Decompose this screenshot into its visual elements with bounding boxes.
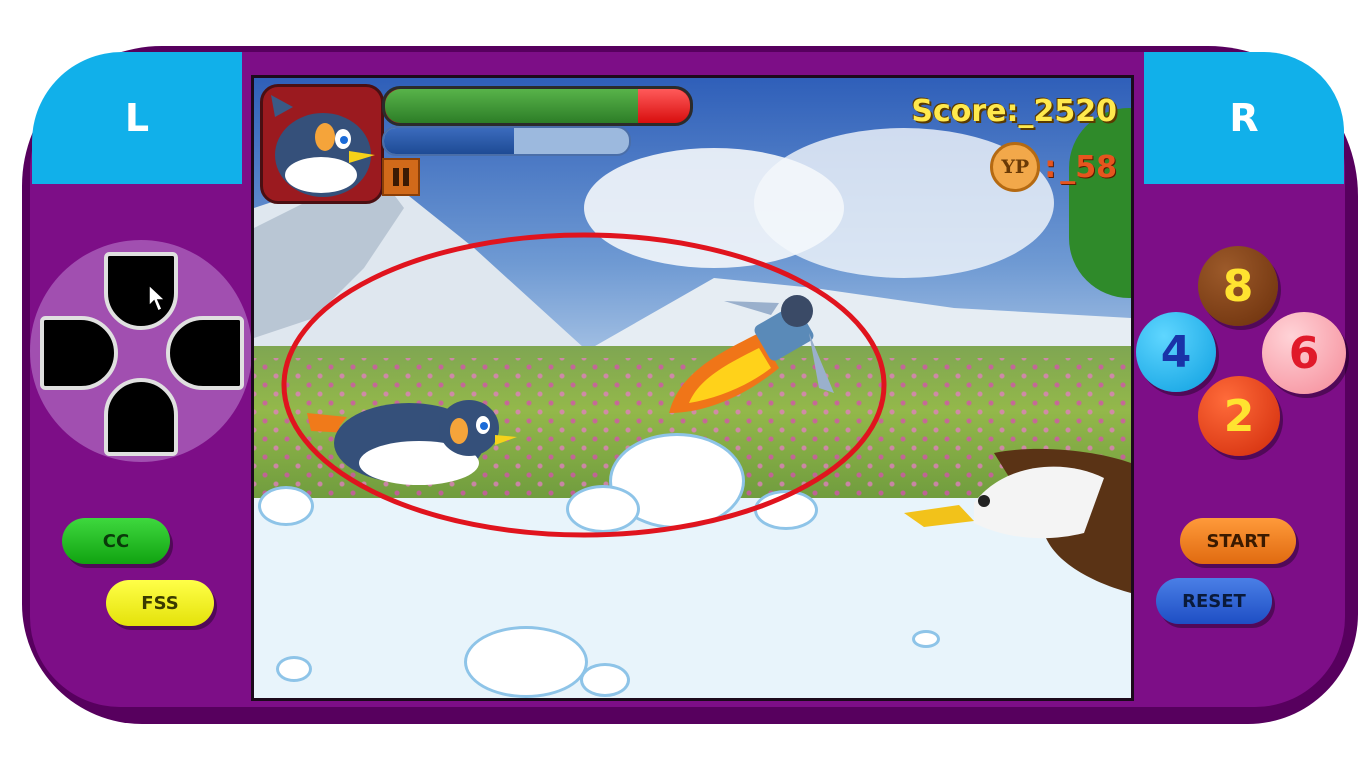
start-button[interactable]: START	[1180, 518, 1296, 564]
score-display: Score:_2520	[911, 94, 1117, 129]
dpad-right-button[interactable]	[166, 316, 244, 390]
r-label: R	[1229, 96, 1259, 140]
energy-fill	[384, 128, 514, 154]
yp-separator: :	[1044, 149, 1057, 185]
button-6-label: 6	[1288, 327, 1320, 379]
highlight-ellipse	[281, 232, 887, 538]
dpad-down-button[interactable]	[104, 378, 178, 456]
yp-coin-icon: YP	[990, 142, 1041, 192]
button-8[interactable]: 8	[1198, 246, 1278, 326]
snowball	[464, 626, 588, 698]
l-shoulder-button[interactable]: L	[32, 52, 242, 184]
dpad-left-button[interactable]	[40, 316, 118, 390]
pause-icon	[403, 168, 409, 186]
reset-label: RESET	[1182, 590, 1246, 612]
penguin-portrait	[271, 95, 375, 197]
button-6[interactable]: 6	[1262, 312, 1346, 394]
player-avatar	[260, 84, 384, 204]
snowball	[912, 630, 940, 648]
reset-button[interactable]: RESET	[1156, 578, 1272, 624]
yp-value: _58	[1060, 149, 1117, 185]
yp-counter: YP : _58	[990, 142, 1117, 192]
eagle-enemy	[904, 448, 1131, 593]
l-label: L	[124, 96, 150, 140]
button-8-label: 8	[1222, 260, 1254, 312]
cc-button[interactable]: CC	[62, 518, 170, 564]
pause-icon	[393, 168, 399, 186]
health-fill	[385, 89, 639, 123]
tree	[1069, 108, 1131, 298]
yp-coin-label: YP	[1001, 156, 1030, 178]
button-4[interactable]: 4	[1136, 312, 1216, 392]
pause-button[interactable]	[382, 158, 420, 196]
button-2-label: 2	[1223, 390, 1255, 442]
fss-button[interactable]: FSS	[106, 580, 214, 626]
fss-label: FSS	[141, 592, 179, 614]
snowball	[580, 663, 630, 697]
health-bar	[382, 86, 693, 126]
cc-label: CC	[102, 530, 130, 552]
r-shoulder-button[interactable]: R	[1144, 52, 1344, 184]
snowball	[276, 656, 312, 682]
mouse-cursor-icon	[148, 284, 167, 313]
energy-bar	[382, 126, 631, 156]
button-4-label: 4	[1160, 326, 1192, 378]
start-label: START	[1206, 530, 1270, 552]
game-screen[interactable]: Score:_2520 YP : _58	[251, 75, 1134, 701]
health-missing	[638, 89, 690, 123]
button-2[interactable]: 2	[1198, 376, 1280, 456]
